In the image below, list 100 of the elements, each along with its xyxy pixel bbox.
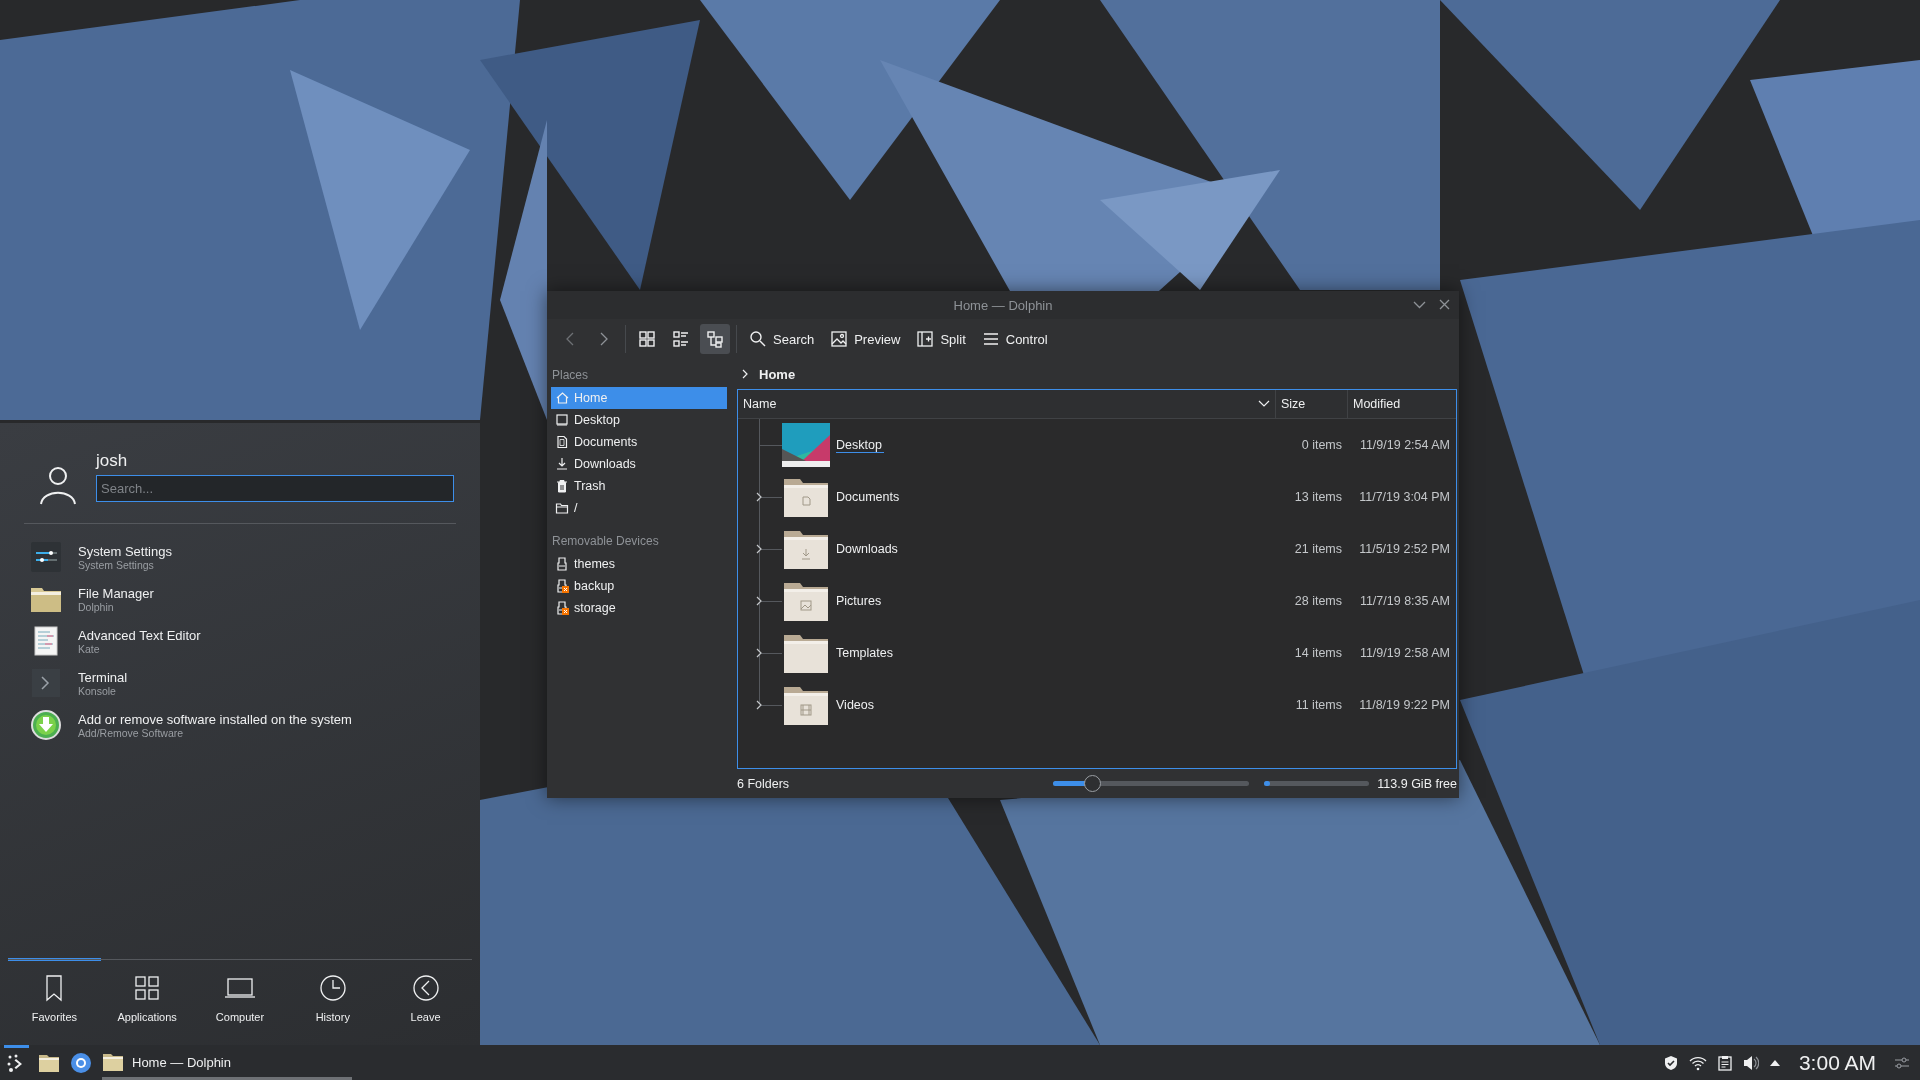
favorite-item[interactable]: Terminal Konsole <box>30 664 480 702</box>
section-heading: Places <box>551 367 590 384</box>
wifi-icon[interactable] <box>1688 1054 1707 1071</box>
launcher-tab[interactable]: Favorites <box>8 958 101 1027</box>
image-icon <box>830 330 849 348</box>
document-icon <box>555 435 569 449</box>
user-name: josh <box>96 451 129 471</box>
chevron-right-icon <box>741 368 749 380</box>
app-subtitle: Add/Remove Software <box>78 726 185 739</box>
section-heading: Removable Devices <box>551 533 660 550</box>
split-view-icon <box>916 330 935 348</box>
app-title: System Settings <box>78 543 172 559</box>
item-count: 13 items <box>1293 490 1343 504</box>
file-name: Downloads <box>836 542 898 556</box>
places-item[interactable]: Desktop <box>551 409 727 431</box>
item-count: 11 items <box>1294 698 1343 712</box>
places-item[interactable]: backup <box>551 575 727 597</box>
close-icon[interactable] <box>1438 298 1451 311</box>
expand-chevron-icon[interactable] <box>754 699 764 711</box>
modified-date: 11/8/19 9:22 PM <box>1358 698 1451 712</box>
drive-warning-icon <box>555 601 569 615</box>
column-header[interactable]: Modified <box>1348 390 1456 418</box>
item-count: 0 items <box>1300 438 1343 452</box>
app-subtitle: System Settings <box>78 558 154 571</box>
breadcrumb-item[interactable]: Home <box>759 366 796 382</box>
places-item[interactable]: themes <box>551 553 727 575</box>
file-row[interactable]: Downloads 21 items 11/5/19 2:52 PM <box>738 523 1456 575</box>
expand-chevron-icon[interactable] <box>754 491 764 503</box>
app-subtitle: Dolphin <box>78 600 114 613</box>
view-mode-button[interactable] <box>700 324 730 354</box>
favorite-item[interactable]: System Settings System Settings <box>30 538 480 576</box>
shield-icon[interactable] <box>1662 1054 1679 1071</box>
desktop-thumbnail-icon <box>782 421 830 469</box>
drive-warning-icon <box>555 579 569 593</box>
terminal-icon <box>30 667 62 699</box>
icons-view-icon <box>638 330 656 348</box>
user-icon <box>38 465 78 505</box>
home-icon <box>555 391 569 405</box>
modified-date: 11/7/19 3:04 PM <box>1358 490 1451 504</box>
app-title: Terminal <box>78 669 128 685</box>
places-item[interactable]: Trash <box>551 475 727 497</box>
expand-chevron-icon[interactable] <box>754 595 764 607</box>
app-subtitle: Kate <box>78 642 101 655</box>
toolbar-button[interactable]: Search <box>743 324 821 354</box>
item-count: 21 items <box>1293 542 1343 556</box>
volume-icon[interactable] <box>1742 1054 1759 1071</box>
places-item[interactable]: Documents <box>551 431 727 453</box>
modified-date: 11/5/19 2:52 PM <box>1358 542 1451 556</box>
toolbar-button[interactable]: Preview <box>824 324 907 354</box>
item-count: 28 items <box>1293 594 1343 608</box>
monitor-icon <box>555 413 569 427</box>
folder-icon <box>102 1052 124 1072</box>
drive-icon <box>555 557 569 571</box>
places-item[interactable]: Downloads <box>551 453 727 475</box>
app-title: Advanced Text Editor <box>78 627 201 643</box>
taskbar-task[interactable]: Home — Dolphin <box>102 1045 352 1080</box>
column-header[interactable]: Size <box>1276 390 1348 418</box>
file-name: Desktop <box>836 438 884 453</box>
folder-count: 6 Folders <box>737 776 790 791</box>
file-row[interactable]: Templates 14 items 11/9/19 2:58 AM <box>738 627 1456 679</box>
clock[interactable]: 3:00 AM <box>1798 1050 1876 1075</box>
menu-icon <box>981 330 1000 348</box>
expand-arrow-icon[interactable] <box>1768 1058 1781 1067</box>
file-row[interactable]: Pictures 28 items 11/7/19 8:35 AM <box>738 575 1456 627</box>
trash-icon <box>555 479 569 493</box>
favorite-item[interactable]: File Manager Dolphin <box>30 580 480 618</box>
file-row[interactable]: Desktop 0 items 11/9/19 2:54 AM <box>738 419 1456 471</box>
toolbar-button[interactable]: Control <box>975 324 1054 354</box>
modified-date: 11/7/19 8:35 AM <box>1358 594 1451 608</box>
file-row[interactable]: Videos 11 items 11/8/19 9:22 PM <box>738 679 1456 731</box>
toolbar-button[interactable]: Split <box>910 324 972 354</box>
launcher-tab[interactable]: Computer <box>193 958 287 1027</box>
app-title: Add or remove software installed on the system <box>78 711 352 727</box>
column-header[interactable]: Name <box>738 390 1276 418</box>
expand-chevron-icon[interactable] <box>754 647 764 659</box>
slider-handle[interactable] <box>1083 775 1101 792</box>
modified-date: 11/9/19 2:54 AM <box>1358 438 1451 452</box>
free-space-text: 113.9 GiB free <box>1377 776 1457 791</box>
launcher-tab[interactable]: Leave <box>379 958 472 1027</box>
favorite-item[interactable]: Add or remove software installed on the system Add/Remove Software <box>30 706 480 744</box>
settings-icon[interactable] <box>1894 1055 1910 1070</box>
details-view-icon <box>706 330 724 348</box>
clipboard-icon[interactable] <box>1716 1054 1733 1071</box>
launcher-tab[interactable]: Applications <box>100 958 194 1027</box>
places-item[interactable]: storage <box>551 597 727 619</box>
window-title: Home — Dolphin <box>953 297 1053 313</box>
app-subtitle: Konsole <box>78 684 117 697</box>
file-name: Pictures <box>836 594 882 608</box>
expand-chevron-icon[interactable] <box>754 543 764 555</box>
modified-date: 11/9/19 2:58 AM <box>1358 646 1451 660</box>
folder-icon <box>38 1052 60 1073</box>
places-item[interactable]: / <box>551 497 727 519</box>
search-field[interactable]: Search... <box>96 475 454 502</box>
file-name: Videos <box>836 698 874 712</box>
browser-icon <box>70 1051 92 1074</box>
folder-icon <box>555 501 569 515</box>
favorite-item[interactable]: Advanced Text Editor Kate <box>30 622 480 660</box>
file-row[interactable]: Documents 13 items 11/7/19 3:04 PM <box>738 471 1456 523</box>
launcher-tab[interactable]: History <box>286 958 380 1027</box>
download-icon <box>555 457 569 471</box>
